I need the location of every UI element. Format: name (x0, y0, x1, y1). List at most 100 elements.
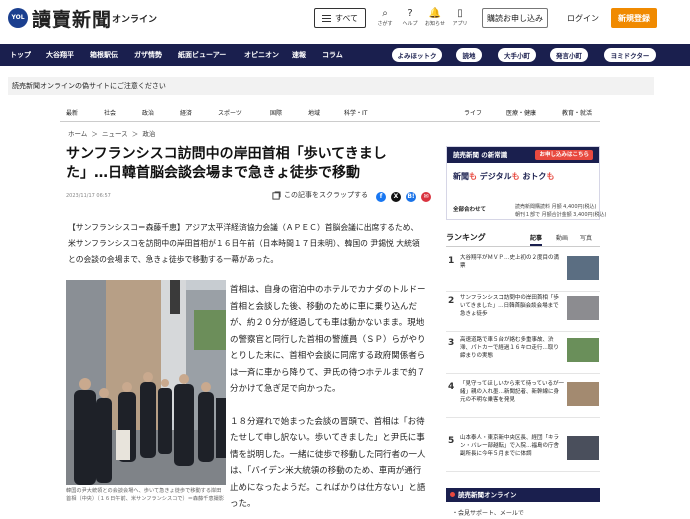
category-life[interactable]: ライフ (464, 108, 482, 117)
ranking-headline: 高速道路で車５台が絡む多重事故、渋滞、パトカーで経過１６キロ走行…取り締まりの実… (460, 337, 559, 359)
help-icon: ? (407, 8, 413, 19)
ranking-headline: サンフランシスコ訪問中の岸田首相「歩いてきました」…日韓首脳会談会場まで急きょ徒… (460, 295, 559, 317)
nav-item-column[interactable]: コラム (322, 50, 343, 60)
logo-subtitle: オンライン (112, 15, 158, 25)
notifications-button[interactable]: 🔔 お知らせ (423, 7, 447, 27)
hatena-share-icon[interactable]: B! (406, 192, 416, 202)
ranking-title: ランキング (446, 233, 486, 242)
register-button[interactable]: 新規登録 (611, 8, 657, 28)
bell-icon: 🔔 (428, 8, 442, 19)
breadcrumb-home[interactable]: ホーム (68, 130, 87, 138)
ranking-tab-videos[interactable]: 動画 (556, 233, 568, 242)
special-section-header[interactable]: 読売新聞オンライン (446, 488, 600, 502)
subscription-promo[interactable]: 読売新聞 の新常識 お申し込みはこちら 新聞も デジタルも おトクも 全部合わせ… (446, 146, 606, 220)
nav-item-ohtani[interactable]: 大谷翔平 (46, 50, 74, 60)
nav-item-opinion[interactable]: オピニオン (244, 50, 279, 60)
search-button[interactable]: ⌕ さがす (373, 7, 397, 27)
ranking-number: 1 (448, 256, 455, 266)
category-bar: 最新 社会 政治 経済 スポーツ 国際 地域 科学・IT ライフ 医療・健康 教… (60, 104, 600, 122)
photo-caption: 韓国の尹大統領との会談会場へ、歩いて急きょ徒歩で移動する岸田首相（中央）（１６日… (66, 488, 225, 502)
app-label: アプリ (452, 21, 468, 27)
promo-bottom: 全部合わせて (453, 207, 487, 213)
category-international[interactable]: 国際 (270, 108, 282, 117)
category-education[interactable]: 教育・就活 (562, 108, 592, 117)
promo-apply-button[interactable]: お申し込みはこちら (535, 150, 593, 160)
promo-word: も (546, 172, 555, 181)
nav-pill-hatsugen[interactable]: 発言小町 (550, 48, 588, 62)
subscribe-button[interactable]: 購読お申し込み (482, 8, 548, 28)
promo-price-1: 読売新聞購読料 月額 4,400円(税込) (515, 204, 597, 210)
nav-pill-komachi[interactable]: 大手小町 (498, 48, 536, 62)
nav-item-top[interactable]: トップ (10, 50, 31, 60)
ranking-thumbnail (567, 256, 599, 280)
category-politics[interactable]: 政治 (142, 108, 154, 117)
login-link[interactable]: ログイン (567, 13, 599, 24)
ranking-item[interactable]: 1 大谷翔平がＭＶＰ…史上初の２度目の満票 (446, 252, 600, 292)
nav-pill-dokuchi[interactable]: 読地 (456, 48, 482, 62)
search-label: さがす (377, 21, 393, 27)
help-button[interactable]: ? ヘルプ (398, 7, 422, 27)
header: YOL 讀賣新聞 オンライン すべて ⌕ さがす ? ヘルプ 🔔 お知らせ ▯ … (0, 0, 690, 40)
ranking-number: 2 (448, 296, 455, 306)
nav-pill-yomiho[interactable]: よみほットク (392, 48, 442, 62)
ranking-item[interactable]: 4 「見守ってほしいから来て待っているが一緒」親の入れ墨…新聞記者、新幹線に身元… (446, 378, 600, 418)
main-nav: トップ 大谷翔平 箱根駅伝 ガザ情勢 紙面ビューアー オピニオン 速報 コラム … (0, 44, 690, 66)
category-economy[interactable]: 経済 (180, 108, 192, 117)
nav-item-viewer[interactable]: 紙面ビューアー (178, 50, 226, 60)
breadcrumb-separator: ＞ (131, 130, 139, 138)
ranking-headline: 山本泰人・東京新中央区長、経団「キラン・バレー部越転」で入院…福島の庁舎副所長に… (460, 435, 560, 457)
category-science-it[interactable]: 科学・IT (344, 108, 367, 117)
category-health[interactable]: 医療・健康 (506, 108, 536, 117)
scrap-icon (272, 190, 281, 200)
nav-item-hakone[interactable]: 箱根駅伝 (90, 50, 118, 60)
fake-site-notice[interactable]: 読売新聞オンラインの偽サイトにご注意ください (8, 77, 654, 95)
ranking-tab-photos[interactable]: 写真 (580, 233, 592, 242)
ranking-item[interactable]: 5 山本泰人・東京新中央区長、経団「キラン・バレー部越転」で入院…福島の庁舎副所… (446, 432, 600, 472)
bullet-icon (450, 492, 455, 497)
promo-title: 読売新聞 の新常識 (453, 151, 508, 159)
article-date: 2023/11/17 06:57 (66, 193, 111, 199)
search-icon: ⌕ (382, 8, 388, 19)
ranking-tab-articles[interactable]: 記事 (530, 233, 543, 246)
breadcrumb-politics[interactable]: 政治 (142, 130, 155, 138)
nav-pill-yomidr[interactable]: ヨミドクター (604, 48, 656, 62)
promo-price-2: 朝刊１部で 月額合計金額 3,400円(税込) (515, 212, 607, 218)
promo-word: 新聞 (453, 172, 469, 181)
logo-mark[interactable]: YOL (8, 8, 28, 28)
ranking-headline: 「見守ってほしいから来て待っているが一緒」親の入れ墨…新聞記者、新幹線に身元の不… (460, 381, 564, 403)
menu-all-button[interactable]: すべて (314, 8, 366, 28)
breadcrumb-news[interactable]: ニュース (102, 130, 128, 138)
article-headline: サンフランシスコ訪問中の岸田首相「歩いてきました」…日韓首脳会談会場まで急きょ徒… (66, 146, 387, 181)
scrap-button[interactable]: この記事をスクラップする (272, 190, 368, 200)
category-society[interactable]: 社会 (104, 108, 116, 117)
mail-share-icon[interactable]: ✉ (421, 192, 431, 202)
ranking-item[interactable]: 2 サンフランシスコ訪問中の岸田首相「歩いてきました」…日韓首脳会談会場まで急き… (446, 292, 600, 332)
article-photo[interactable] (66, 280, 226, 485)
ranking-number: 5 (448, 436, 455, 446)
notifications-label: お知らせ (425, 21, 445, 27)
app-button[interactable]: ▯ アプリ (448, 7, 472, 27)
breadcrumb-separator: ＞ (91, 130, 98, 138)
article-paragraph: １８分遅れで始まった会談の冒頭で、首相は「お待たせして申し訳ない。歩いてきました… (230, 416, 426, 510)
ranking-number: 4 (448, 382, 455, 392)
category-regional[interactable]: 地域 (308, 108, 320, 117)
category-latest[interactable]: 最新 (66, 108, 78, 117)
ranking-number: 3 (448, 338, 455, 348)
scrap-label: この記事をスクラップする (284, 191, 368, 199)
nav-item-breaking[interactable]: 速報 (292, 50, 306, 60)
promo-word: も (511, 172, 520, 181)
special-section-item[interactable]: ・会見サポート、メールで (452, 508, 524, 517)
ranking-thumbnail (567, 382, 599, 406)
ranking-thumbnail (567, 338, 599, 362)
promo-prices: 読売新聞購読料 月額 4,400円(税込) 朝刊１部で 月額合計金額 3,400… (515, 203, 606, 219)
category-sports[interactable]: スポーツ (218, 108, 242, 117)
facebook-share-icon[interactable]: f (376, 192, 386, 202)
logo[interactable]: 讀賣新聞 (32, 5, 112, 32)
ranking-item[interactable]: 3 高速道路で車５台が絡む多重事故、渋滞、パトカーで経過１６キロ走行…取り締まり… (446, 334, 600, 374)
nav-item-gaza[interactable]: ガザ情勢 (134, 50, 162, 60)
hamburger-icon (321, 14, 331, 22)
x-share-icon[interactable]: X (391, 192, 401, 202)
help-label: ヘルプ (402, 21, 418, 27)
menu-all-label: すべて (334, 13, 359, 23)
promo-slogan: 新聞も デジタルも おトクも (453, 171, 554, 182)
